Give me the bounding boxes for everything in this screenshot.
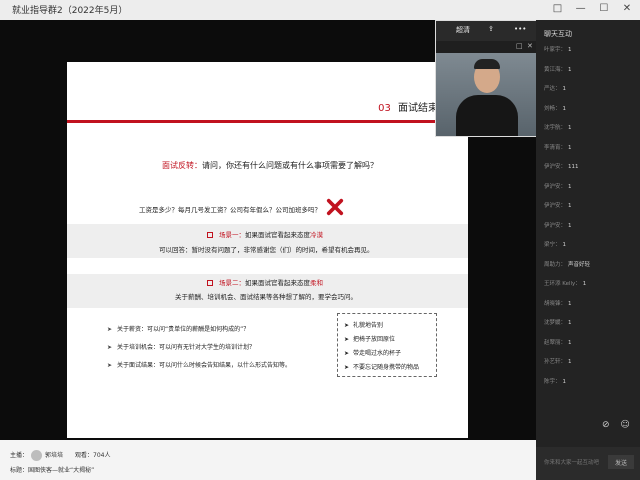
- chat-input[interactable]: [542, 455, 608, 471]
- scene2-prefix: 场景二：: [219, 279, 245, 287]
- scene2-answer: 关于薪酬、培训机会、面试结果等各种想了解的，要学会巧问。: [175, 293, 357, 301]
- salary-question: 工资是多少？每月几号发工资？公司有年假么？公司加班多吗？: [139, 206, 321, 214]
- arrow-bullet-icon: ➤: [344, 322, 350, 329]
- list-item: ➤ 带走喝过水的杯子: [344, 350, 402, 357]
- topic-text: 国图侠客—就业“大揭秘”: [28, 467, 95, 474]
- host-row: 主播： 郭培培 观看：704人: [10, 450, 111, 461]
- pin-window-button[interactable]: □: [550, 3, 564, 14]
- arrow-bullet-icon: ➤: [107, 326, 113, 333]
- scene1-text: 如果面试官看起来态度: [245, 231, 310, 239]
- list-item: 陈宇： 1: [544, 378, 567, 385]
- share-icon[interactable]: ⇪: [488, 25, 494, 33]
- list-item: 伊沪安： 1: [544, 203, 572, 209]
- question-text: 请问，你还有什么问题或有什么事项需要了解吗？: [202, 161, 378, 170]
- list-item: 严达： 1: [544, 86, 567, 92]
- close-icon[interactable]: ✕: [527, 42, 533, 50]
- section-number: 03: [378, 103, 391, 114]
- list-item: 孙艺轩： 1: [544, 359, 572, 365]
- list-item: 刘畅： 1: [544, 105, 567, 112]
- send-button[interactable]: 发送: [608, 455, 634, 469]
- topic-label: 标题：: [10, 467, 29, 474]
- webcam-toolbar: 超清 ⇪ •••: [436, 21, 537, 41]
- maximize-button[interactable]: ☐: [597, 3, 611, 14]
- list-item: 叶家宇： 1: [544, 47, 572, 53]
- popout-icon[interactable]: □: [516, 42, 523, 50]
- list-item: 赵翠丽： 1: [544, 339, 572, 346]
- arrow-bullet-icon: ➤: [107, 362, 113, 369]
- link-icon[interactable]: ⊘: [602, 420, 610, 430]
- chat-tools: ⊘ ☺: [602, 420, 638, 430]
- scene1-highlight: 冷漠: [310, 231, 323, 239]
- scene1-prefix: 场景一：: [219, 231, 245, 239]
- more-icon[interactable]: •••: [514, 25, 526, 33]
- emoji-icon[interactable]: ☺: [620, 420, 629, 430]
- chat-header: 聊天互动: [544, 30, 572, 38]
- host-label: 主播：: [10, 452, 29, 459]
- close-button[interactable]: ✕: [620, 3, 634, 14]
- window-titlebar: 就业指导群2（2022年5月） □ — ☐ ✕: [0, 0, 640, 21]
- tips-list: ➤ 关于薪资：可以问“贵单位的薪酬是如何构成的”？ ➤ 关于培训机会：可以问有无针对…: [107, 324, 291, 378]
- list-item: 周助力： 声音好轻: [544, 261, 591, 268]
- list-item: ➤ 不要忘记随身携带的物品: [344, 364, 420, 371]
- list-item: 沈梦媛： 1: [544, 320, 572, 326]
- list-item: 黄江海： 1: [544, 66, 572, 73]
- list-item: 梁宁： 1: [544, 242, 567, 248]
- arrow-bullet-icon: ➤: [344, 364, 350, 371]
- square-bullet-icon: [207, 232, 213, 238]
- window-title: 就业指导群2（2022年5月）: [12, 6, 128, 16]
- stream-info-bar: 主播： 郭培培 观看：704人 标题：国图侠客—就业“大揭秘”: [0, 440, 536, 480]
- host-name: 郭培培: [45, 452, 64, 459]
- viewers-label: 观看：: [75, 452, 94, 459]
- scene2-highlight: 柔和: [310, 279, 323, 287]
- scene1-answer: 可以回答：暂时没有问题了，非常感谢您（们）的时间，希望有机会再见。: [159, 246, 374, 254]
- list-item: 王环添 Kelly： 1: [544, 281, 587, 287]
- presentation-slide: 03 面试结束细节 面试反转：请问，你还有什么问题或有什么事项需要了解吗？ 工资…: [67, 62, 468, 438]
- window-controls: □ — ☐ ✕: [544, 3, 634, 14]
- heading-divider: [67, 120, 468, 123]
- viewers-count: 704人: [93, 452, 111, 459]
- topic-row: 标题：国图侠客—就业“大揭秘”: [10, 465, 94, 474]
- list-item: ➤ 关于薪资：可以问“贵单位的薪酬是如何构成的”？: [107, 326, 250, 333]
- red-cross-icon: [326, 198, 344, 216]
- list-item: 伊沪安： 111: [544, 164, 579, 170]
- chat-input-row: 发送: [536, 447, 640, 480]
- webcam-window[interactable]: 超清 ⇪ ••• □ ✕: [435, 20, 538, 137]
- list-item: 伊沪安： 1: [544, 183, 572, 190]
- etiquette-box: ➤ 礼貌地告别 ➤ 把椅子放回原位 ➤ 带走喝过水的杯子 ➤ 不要忘记随身携带的物品: [337, 313, 437, 377]
- list-item: 李清宵： 1: [544, 144, 572, 151]
- quality-button[interactable]: 超清: [456, 25, 470, 35]
- list-item: 沈宇航： 1: [544, 125, 572, 131]
- avatar[interactable]: [31, 450, 43, 461]
- presenter-hair: [474, 59, 500, 69]
- chat-sidebar: 聊天互动 叶家宇： 1 黄江海： 1 严达： 1 刘畅： 1 沈宇航： 1 李清宵： 1 伊…: [536, 20, 640, 480]
- scene1-title: 场景一：如果面试官看起来态度冷漠: [207, 229, 323, 239]
- arrow-bullet-icon: ➤: [344, 336, 350, 343]
- list-item: ➤ 关于面试结果：可以问什么时候会告知结果，以什么形式告知等。: [107, 362, 292, 369]
- arrow-bullet-icon: ➤: [344, 350, 350, 357]
- minimize-button[interactable]: —: [574, 3, 588, 14]
- list-item: 伊沪安： 1: [544, 222, 572, 229]
- chat-messages[interactable]: 叶家宇： 1 黄江海： 1 严达： 1 刘畅： 1 沈宇航： 1 李清宵： 1 伊沪安： 11…: [544, 46, 590, 397]
- presenter-shirt: [456, 95, 518, 136]
- slide-question: 面试反转：请问，你还有什么问题或有什么事项需要了解吗？: [162, 160, 378, 171]
- presenter-video: [436, 53, 537, 136]
- scene2-text: 如果面试官看起来态度: [245, 279, 310, 287]
- list-item: ➤ 关于培训机会：可以问有无针对大学生的培训计划？: [107, 344, 256, 351]
- list-item: ➤ 把椅子放回原位: [344, 336, 396, 343]
- question-label: 面试反转：: [162, 161, 202, 170]
- arrow-bullet-icon: ➤: [107, 344, 113, 351]
- square-bullet-icon: [207, 280, 213, 286]
- list-item: ➤ 礼貌地告别: [344, 322, 384, 329]
- list-item: 胡晓锋： 1: [544, 300, 572, 307]
- webcam-controls: □ ✕: [436, 41, 537, 53]
- scene2-title: 场景二：如果面试官看起来态度柔和: [207, 277, 323, 287]
